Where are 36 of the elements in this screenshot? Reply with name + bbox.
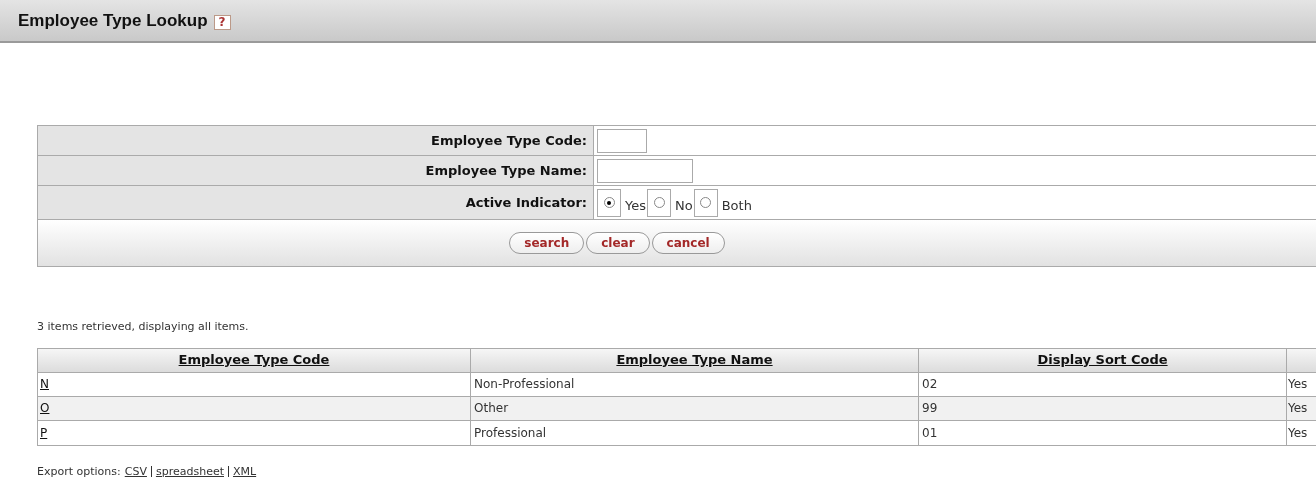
table-cell: Professional (471, 420, 919, 445)
action-button[interactable]: clear (586, 232, 650, 254)
action-button[interactable]: cancel (651, 232, 725, 254)
field-label: Employee Type Name: (38, 156, 594, 185)
table-cell-text: Yes (1287, 400, 1309, 417)
page-title: Employee Type Lookup (18, 9, 208, 32)
radio-label: No (675, 196, 693, 215)
radio-label: Both (721, 196, 752, 215)
table-cell: Other (471, 396, 919, 420)
column-header[interactable]: Employee Type Code (178, 350, 330, 370)
field-label: Employee Type Code: (38, 126, 594, 155)
radio-button[interactable] (653, 197, 665, 208)
text-field[interactable] (597, 128, 647, 153)
text-field[interactable] (597, 158, 693, 183)
export-link[interactable]: CSV (124, 463, 147, 480)
field-label: Active Indicator: (38, 186, 594, 219)
help-icon[interactable]: ? (213, 14, 231, 30)
radio-button[interactable] (603, 197, 615, 208)
table-cell: 02 (919, 372, 1287, 396)
export-link[interactable]: spreadsheet (155, 463, 224, 480)
table-cell: 01 (919, 420, 1287, 445)
table-cell-text: Yes (1287, 424, 1309, 442)
action-button[interactable]: search (509, 232, 585, 254)
code-link[interactable]: P (40, 423, 48, 442)
column-header[interactable]: Employee Type Name (616, 350, 773, 370)
table-cell: 99 (919, 396, 1287, 420)
column-header[interactable]: Display Sort Code (1037, 350, 1168, 370)
table-cell: Non-Professional (471, 372, 919, 396)
radio-button[interactable] (700, 197, 712, 208)
table-cell-text: Yes (1287, 376, 1309, 393)
results-summary: 3 items retrieved, displaying all items. (37, 319, 250, 335)
export-label: Export options: (37, 463, 121, 480)
export-link[interactable]: XML (233, 463, 257, 480)
radio-label: Yes (625, 196, 646, 215)
code-link[interactable]: O (40, 399, 50, 417)
code-link[interactable]: N (40, 375, 49, 393)
